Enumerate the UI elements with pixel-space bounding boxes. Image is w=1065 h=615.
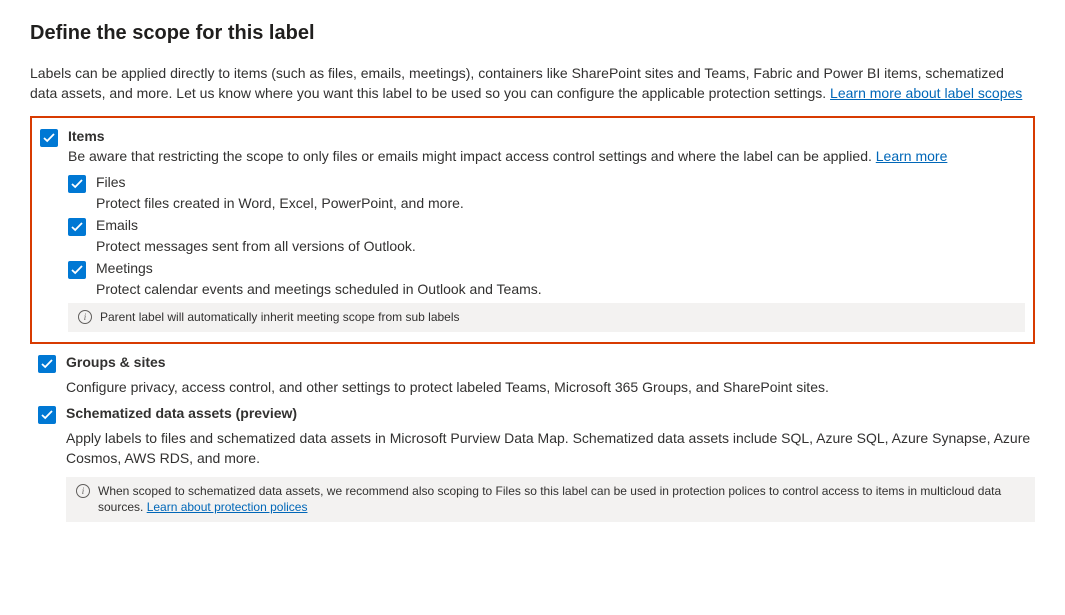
schematized-info-text: When scoped to schematized data assets, …: [98, 483, 1025, 517]
groups-title: Groups & sites: [66, 354, 166, 370]
items-learn-more-link[interactable]: Learn more: [876, 148, 948, 164]
meetings-desc: Protect calendar events and meetings sch…: [96, 281, 1025, 297]
check-icon: [71, 178, 83, 190]
info-icon: i: [78, 310, 92, 324]
schematized-desc: Apply labels to files and schematized da…: [66, 428, 1035, 469]
items-info-bar: i Parent label will automatically inheri…: [68, 303, 1025, 332]
check-icon: [71, 264, 83, 276]
protection-polices-link[interactable]: Learn about protection polices: [147, 500, 308, 514]
page-title: Define the scope for this label: [30, 22, 1035, 45]
files-checkbox[interactable]: [68, 175, 86, 193]
items-highlight-box: Items Be aware that restricting the scop…: [30, 116, 1035, 344]
files-title: Files: [96, 174, 126, 190]
items-title: Items: [68, 128, 1025, 144]
learn-more-scopes-link[interactable]: Learn more about label scopes: [830, 85, 1022, 101]
check-icon: [41, 358, 53, 370]
groups-checkbox[interactable]: [38, 355, 56, 373]
check-icon: [41, 409, 53, 421]
emails-checkbox[interactable]: [68, 218, 86, 236]
info-icon: i: [76, 484, 90, 498]
groups-desc: Configure privacy, access control, and o…: [66, 377, 1035, 397]
meetings-checkbox[interactable]: [68, 261, 86, 279]
meetings-title: Meetings: [96, 260, 153, 276]
emails-desc: Protect messages sent from all versions …: [96, 238, 1025, 254]
emails-title: Emails: [96, 217, 138, 233]
items-desc: Be aware that restricting the scope to o…: [68, 146, 1025, 166]
items-checkbox[interactable]: [40, 129, 58, 147]
schematized-info-bar: i When scoped to schematized data assets…: [66, 477, 1035, 523]
check-icon: [71, 221, 83, 233]
files-desc: Protect files created in Word, Excel, Po…: [96, 195, 1025, 211]
schematized-checkbox[interactable]: [38, 406, 56, 424]
check-icon: [43, 132, 55, 144]
intro-text: Labels can be applied directly to items …: [30, 63, 1035, 104]
items-info-text: Parent label will automatically inherit …: [100, 309, 1015, 326]
schematized-title: Schematized data assets (preview): [66, 405, 297, 421]
